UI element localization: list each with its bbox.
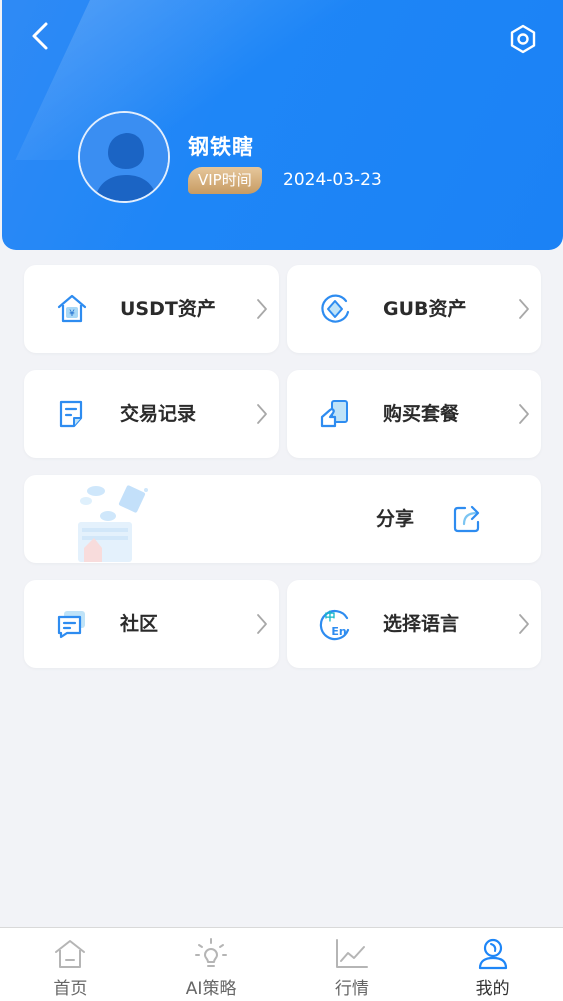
hexagon-settings-icon — [510, 24, 536, 54]
transactions-label: 交易记录 — [120, 403, 197, 425]
tab-market-label: 行情 — [334, 979, 369, 999]
chevron-right-icon — [257, 404, 267, 424]
svg-text:中: 中 — [325, 609, 336, 623]
bottom-tab-bar: 首页 AI策略 行情 我的 — [0, 927, 563, 1001]
chevron-right-icon — [519, 614, 529, 634]
language-label: 选择语言 — [383, 613, 460, 635]
tab-ai-strategy-label: AI策略 — [185, 979, 237, 999]
transactions-card[interactable]: 交易记录 — [24, 370, 279, 458]
chevron-right-icon — [519, 299, 529, 319]
tab-mine-label: 我的 — [475, 979, 510, 999]
chart-icon — [334, 936, 370, 972]
gub-assets-label: GUB资产 — [383, 298, 467, 320]
hand-card-icon — [317, 396, 353, 432]
profile-header: 钢铁瞎 VIP时间 2024-03-23 — [2, 0, 563, 250]
buy-package-label: 购买套餐 — [383, 403, 460, 425]
tab-ai-strategy[interactable]: AI策略 — [141, 928, 282, 1001]
share-illustration — [78, 485, 148, 562]
chevron-right-icon — [257, 299, 267, 319]
tab-mine[interactable]: 我的 — [422, 928, 563, 1001]
document-list-icon — [54, 396, 90, 432]
language-zh-en-icon: 中 En — [317, 606, 353, 642]
usdt-assets-label: USDT资产 — [120, 298, 216, 320]
gub-assets-card[interactable]: GUB资产 — [287, 265, 541, 353]
avatar[interactable] — [78, 111, 170, 203]
default-avatar-icon — [80, 113, 168, 201]
share-icon — [450, 502, 484, 536]
tab-home[interactable]: 首页 — [0, 928, 141, 1001]
home-icon — [52, 936, 88, 972]
lightbulb-icon — [193, 936, 229, 972]
tab-home-label: 首页 — [53, 979, 88, 999]
settings-button[interactable] — [506, 22, 540, 56]
buy-package-card[interactable]: 购买套餐 — [287, 370, 541, 458]
coin-diamond-icon — [317, 291, 353, 327]
vip-badge: VIP时间 — [188, 167, 262, 194]
svg-text:¥: ¥ — [69, 309, 75, 319]
chevron-right-icon — [257, 614, 267, 634]
tab-market[interactable]: 行情 — [282, 928, 423, 1001]
share-card[interactable]: 分享 — [24, 475, 541, 563]
user-icon — [475, 936, 511, 972]
vip-expiry-date: 2024-03-23 — [283, 170, 382, 190]
chevron-right-icon — [519, 404, 529, 424]
usdt-assets-card[interactable]: ¥ USDT资产 — [24, 265, 279, 353]
chat-bubble-icon — [54, 606, 90, 642]
share-label: 分享 — [376, 508, 415, 530]
house-yuan-icon: ¥ — [54, 291, 90, 327]
community-label: 社区 — [120, 613, 159, 635]
back-button[interactable] — [24, 18, 56, 54]
username: 钢铁瞎 — [188, 135, 254, 159]
community-card[interactable]: 社区 — [24, 580, 279, 668]
language-card[interactable]: 中 En 选择语言 — [287, 580, 541, 668]
chevron-left-icon — [32, 22, 48, 50]
svg-text:En: En — [331, 625, 346, 638]
